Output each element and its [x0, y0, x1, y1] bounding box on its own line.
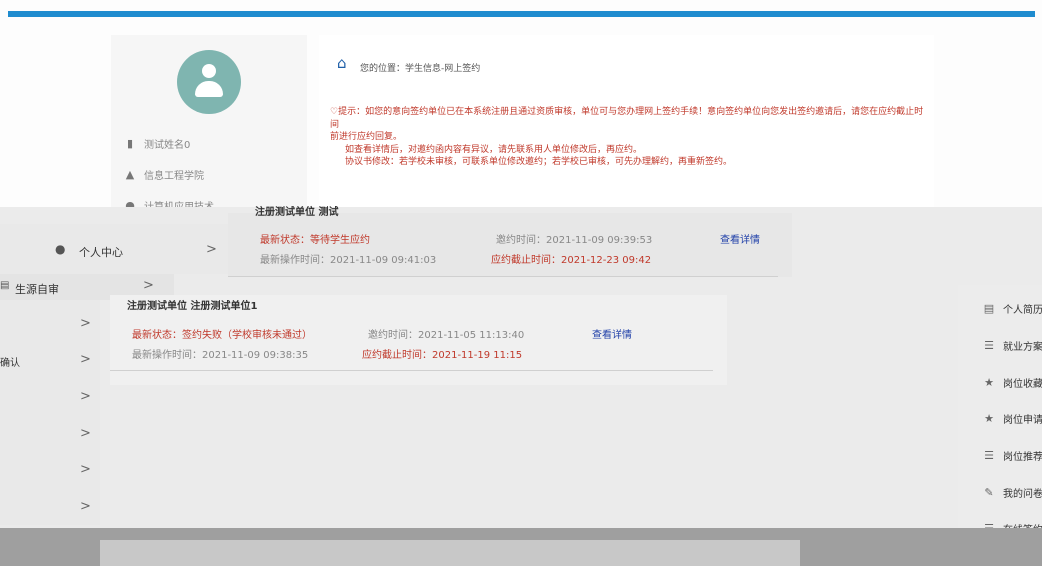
star-icon: ★: [984, 412, 994, 425]
bell-icon: ♡: [330, 107, 339, 117]
nav-confirm[interactable]: 确认: [0, 354, 20, 369]
view-detail-link[interactable]: 查看详情: [592, 326, 632, 341]
user-icon: ●: [55, 242, 66, 256]
chevron-right-icon[interactable]: >: [80, 352, 91, 367]
list-icon: ▤: [0, 280, 10, 291]
breadcrumb: 您的位置：学生信息-网上签约: [360, 64, 481, 74]
profile-college: 信息工程学院: [144, 171, 204, 182]
bar-chart-icon: ▮: [126, 137, 134, 150]
divider: [110, 370, 713, 371]
right-nav-favorites[interactable]: ★ 岗位收藏: [983, 375, 1042, 390]
chevron-right-icon[interactable]: >: [80, 316, 91, 331]
record-last-op: 最新操作时间：2021-11-09 09:38:35: [132, 350, 309, 361]
notice-box: ♡提示：如您的意向签约单位已在本系统注册且通过资质审核，单位可与您办理网上签约手…: [330, 106, 925, 169]
document-icon: ▤: [983, 302, 995, 315]
chevron-right-icon[interactable]: >: [80, 499, 91, 514]
notice-line-2: 前进行应约回复。: [330, 132, 403, 142]
chevron-right-icon[interactable]: >: [80, 462, 91, 477]
chevron-right-icon[interactable]: >: [80, 426, 91, 441]
profile-college-row: ▲ 信息工程学院: [124, 167, 204, 182]
edit-doc-icon: ✎: [984, 486, 994, 499]
nav-personal-center[interactable]: 个人中心: [79, 244, 123, 260]
record-invite-time: 邀约时间：2021-11-09 09:39:53: [496, 235, 653, 246]
right-nav-plan[interactable]: ☰ 就业方案: [983, 338, 1042, 353]
avatar: [177, 50, 241, 114]
list-icon: ☰: [984, 449, 994, 462]
record-status: 最新状态：等待学生应约: [260, 235, 370, 246]
top-accent-bar: [8, 11, 1035, 17]
chevron-right-icon[interactable]: >: [143, 278, 154, 293]
right-nav-recommend[interactable]: ☰ 岗位推荐: [983, 448, 1042, 463]
notice-line-3: 如查看详情后，对邀约函内容有异议，请先联系用人单位修改后，再应约。: [345, 144, 643, 155]
list-icon: ☰: [984, 339, 994, 352]
record-company: 注册测试单位 测试: [255, 207, 339, 218]
right-nav-resume[interactable]: ▤ 个人简历: [983, 301, 1042, 316]
home-icon[interactable]: ⌂: [337, 54, 347, 72]
profile-name: 测试姓名0: [144, 140, 191, 151]
record-invite-time: 邀约时间：2021-11-05 11:13:40: [368, 330, 525, 341]
profile-name-row: ▮ 测试姓名0: [124, 136, 190, 151]
bottom-band-inner: [100, 540, 800, 566]
graduation-cap-icon: ▲: [125, 168, 135, 181]
notice-line-4: 协议书修改：若学校未审核，可联系单位修改邀约；若学校已审核，可先办理解约，再重新…: [345, 157, 733, 167]
record-deadline: 应约截止时间：2021-12-23 09:42: [491, 255, 652, 266]
right-nav-survey[interactable]: ✎ 我的问卷: [983, 485, 1042, 500]
record-status: 最新状态：签约失败（学校审核未通过）: [132, 330, 312, 341]
star-icon: ★: [984, 376, 994, 389]
record-company: 注册测试单位 注册测试单位1: [127, 301, 258, 312]
record-last-op: 最新操作时间：2021-11-09 09:41:03: [260, 255, 437, 266]
right-nav-applications[interactable]: ★ 岗位申请: [983, 411, 1042, 426]
divider: [228, 276, 778, 277]
notice-line-1: ♡提示：如您的意向签约单位已在本系统注册且通过资质审核，单位可与您办理网上签约手…: [330, 107, 924, 130]
record-deadline: 应约截止时间：2021-11-19 11:15: [362, 350, 523, 361]
nav-source-check[interactable]: 生源自审: [15, 281, 59, 297]
chevron-right-icon[interactable]: >: [206, 242, 217, 257]
sidebar-left: [0, 300, 100, 525]
view-detail-link[interactable]: 查看详情: [720, 231, 760, 246]
chevron-right-icon[interactable]: >: [80, 389, 91, 404]
